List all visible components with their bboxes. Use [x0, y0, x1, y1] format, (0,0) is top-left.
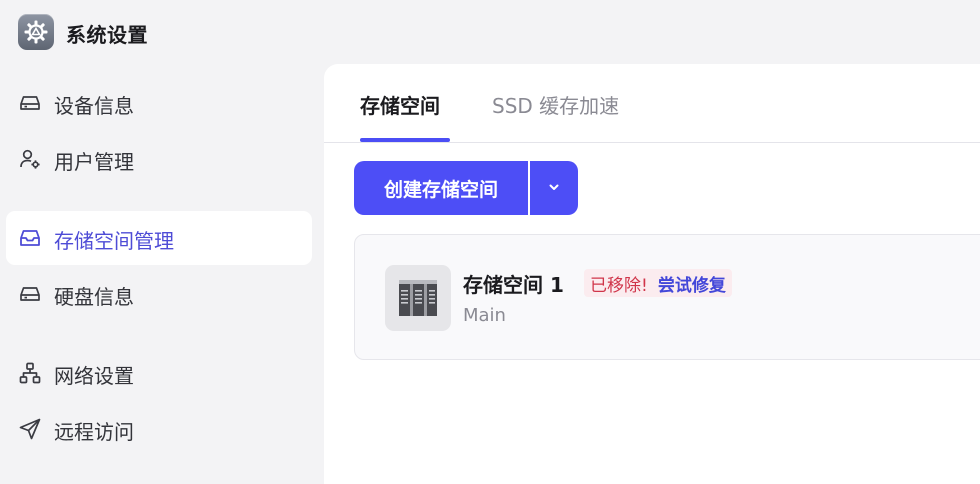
network-icon: [18, 361, 42, 385]
user-gear-icon: [18, 147, 42, 171]
send-icon: [18, 417, 42, 441]
sidebar-item-remote-access[interactable]: 远程访问: [6, 402, 312, 456]
app-title: 系统设置: [66, 23, 148, 47]
sidebar-item-network-settings[interactable]: 网络设置: [6, 346, 312, 400]
storage-pool-subtitle: Main: [463, 305, 506, 326]
sidebar-item-device-info[interactable]: 设备信息: [6, 76, 312, 130]
sidebar-item-storage-management[interactable]: 存储空间管理: [6, 211, 312, 265]
sidebar-item-disk-info[interactable]: 硬盘信息: [6, 267, 312, 321]
active-tab-indicator: [360, 138, 450, 142]
status-removed-text: 已移除!: [590, 275, 648, 296]
storage-server-icon: [385, 265, 451, 331]
tab-bar: 存储空间 SSD 缓存加速: [324, 64, 980, 143]
sidebar-item-user-management[interactable]: 用户管理: [6, 132, 312, 186]
status-badge: 已移除! 尝试修复: [584, 269, 732, 297]
app-header: 系统设置: [0, 0, 324, 64]
sidebar-item-label: 网络设置: [54, 364, 134, 388]
storage-pool-name: 存储空间 1: [463, 273, 564, 297]
sidebar-item-label: 硬盘信息: [54, 285, 134, 309]
sidebar-item-label: 远程访问: [54, 420, 134, 444]
drive-icon: [18, 282, 42, 306]
main-panel: 存储空间 SSD 缓存加速 创建存储空间 存储空间 1 已移除! 尝试修复 Ma…: [324, 64, 980, 484]
sidebar-item-label: 设备信息: [54, 94, 134, 118]
create-options-dropdown-button[interactable]: [530, 161, 578, 215]
storage-pool-card[interactable]: 存储空间 1 已移除! 尝试修复 Main: [354, 234, 980, 360]
sidebar: 设备信息 用户管理 存储空间管理 硬盘信息 网络设置 远程访问: [0, 64, 324, 473]
try-repair-link[interactable]: 尝试修复: [658, 271, 726, 296]
gear-icon: [18, 14, 54, 50]
inbox-icon: [18, 226, 42, 250]
sidebar-item-label: 存储空间管理: [54, 229, 174, 253]
chevron-down-icon: [547, 180, 561, 197]
sidebar-item-label: 用户管理: [54, 150, 134, 174]
create-storage-button[interactable]: 创建存储空间: [354, 161, 528, 215]
tab-storage-space[interactable]: 存储空间: [360, 90, 440, 119]
drive-icon: [18, 91, 42, 115]
tab-ssd-cache[interactable]: SSD 缓存加速: [492, 90, 619, 119]
